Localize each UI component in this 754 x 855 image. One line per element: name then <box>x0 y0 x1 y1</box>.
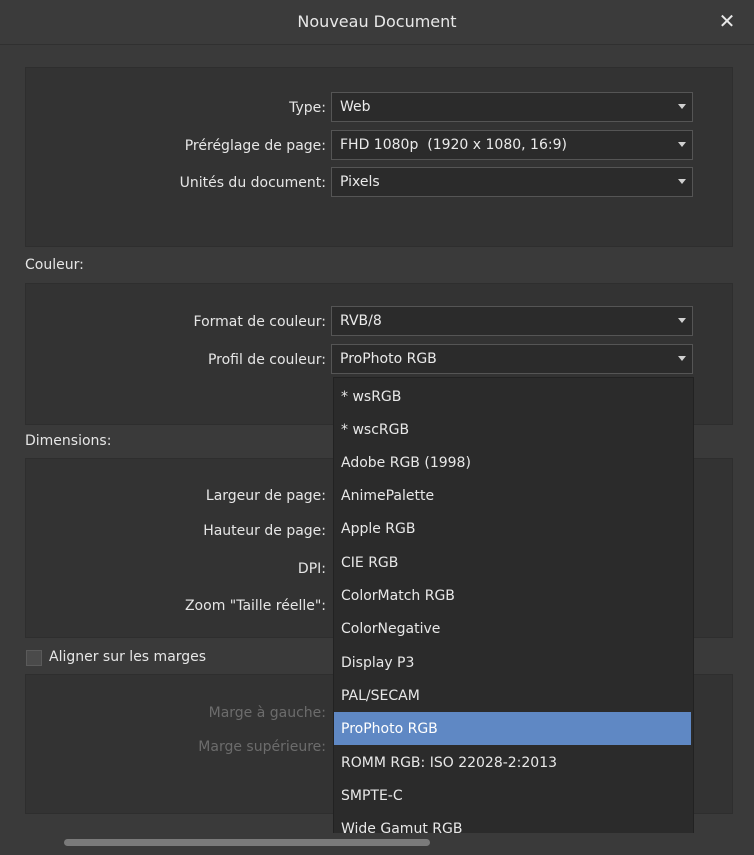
color-profile-select[interactable]: ProPhoto RGB <box>331 344 693 374</box>
margin-left-label: Marge à gauche: <box>208 705 326 721</box>
preset-select[interactable]: FHD 1080p (1920 x 1080, 16:9) <box>331 130 693 160</box>
profile-option[interactable]: Wide Gamut RGB <box>334 812 691 834</box>
page-height-label: Hauteur de page: <box>203 523 326 539</box>
caret-down-icon <box>678 104 686 109</box>
profile-option-selected[interactable]: ProPhoto RGB <box>334 712 691 745</box>
title-bar: Nouveau Document ✕ <box>0 0 754 45</box>
close-icon[interactable]: ✕ <box>716 10 738 32</box>
preset-value: FHD 1080p (1920 x 1080, 16:9) <box>340 137 567 153</box>
profile-option[interactable]: CIE RGB <box>334 546 691 579</box>
color-format-select[interactable]: RVB/8 <box>331 306 693 336</box>
type-select[interactable]: Web <box>331 92 693 122</box>
profile-option[interactable]: * wscRGB <box>334 413 691 446</box>
caret-down-icon <box>678 179 686 184</box>
profile-option[interactable]: * wsRGB <box>334 380 691 413</box>
color-profile-label: Profil de couleur: <box>207 352 326 368</box>
preset-label: Préréglage de page: <box>184 138 326 154</box>
caret-down-icon <box>678 318 686 323</box>
profile-option[interactable]: Apple RGB <box>334 512 691 545</box>
color-profile-value: ProPhoto RGB <box>340 351 437 367</box>
color-format-value: RVB/8 <box>340 313 382 329</box>
align-margins-checkbox[interactable] <box>26 650 42 666</box>
profile-option[interactable]: AnimePalette <box>334 479 691 512</box>
color-section-label: Couleur: <box>25 257 84 273</box>
dpi-label: DPI: <box>297 561 326 577</box>
type-label: Type: <box>289 100 326 116</box>
dimensions-section-label: Dimensions: <box>25 433 112 449</box>
units-select[interactable]: Pixels <box>331 167 693 197</box>
units-value: Pixels <box>340 174 380 190</box>
scrollbar-thumb[interactable] <box>64 839 430 846</box>
profile-option[interactable]: SMPTE-C <box>334 779 691 812</box>
caret-down-icon <box>678 356 686 361</box>
profile-option[interactable]: Display P3 <box>334 646 691 679</box>
color-profile-dropdown[interactable]: * wsRGB * wscRGB Adobe RGB (1998) AnimeP… <box>333 377 694 835</box>
profile-option[interactable]: PAL/SECAM <box>334 679 691 712</box>
page-width-label: Largeur de page: <box>205 488 326 504</box>
type-value: Web <box>340 99 371 115</box>
window-title: Nouveau Document <box>297 12 457 31</box>
color-format-label: Format de couleur: <box>193 314 326 330</box>
caret-down-icon <box>678 142 686 147</box>
profile-option[interactable]: ColorMatch RGB <box>334 579 691 612</box>
profile-option[interactable]: Adobe RGB (1998) <box>334 446 691 479</box>
units-label: Unités du document: <box>179 175 326 191</box>
zoom-label: Zoom "Taille réelle": <box>184 598 326 614</box>
align-margins-label: Aligner sur les marges <box>49 649 207 665</box>
profile-option[interactable]: ROMM RGB: ISO 22028-2:2013 <box>334 746 691 779</box>
margin-top-label: Marge supérieure: <box>198 739 326 755</box>
profile-option[interactable]: ColorNegative <box>334 612 691 645</box>
horizontal-scrollbar[interactable] <box>0 833 754 855</box>
